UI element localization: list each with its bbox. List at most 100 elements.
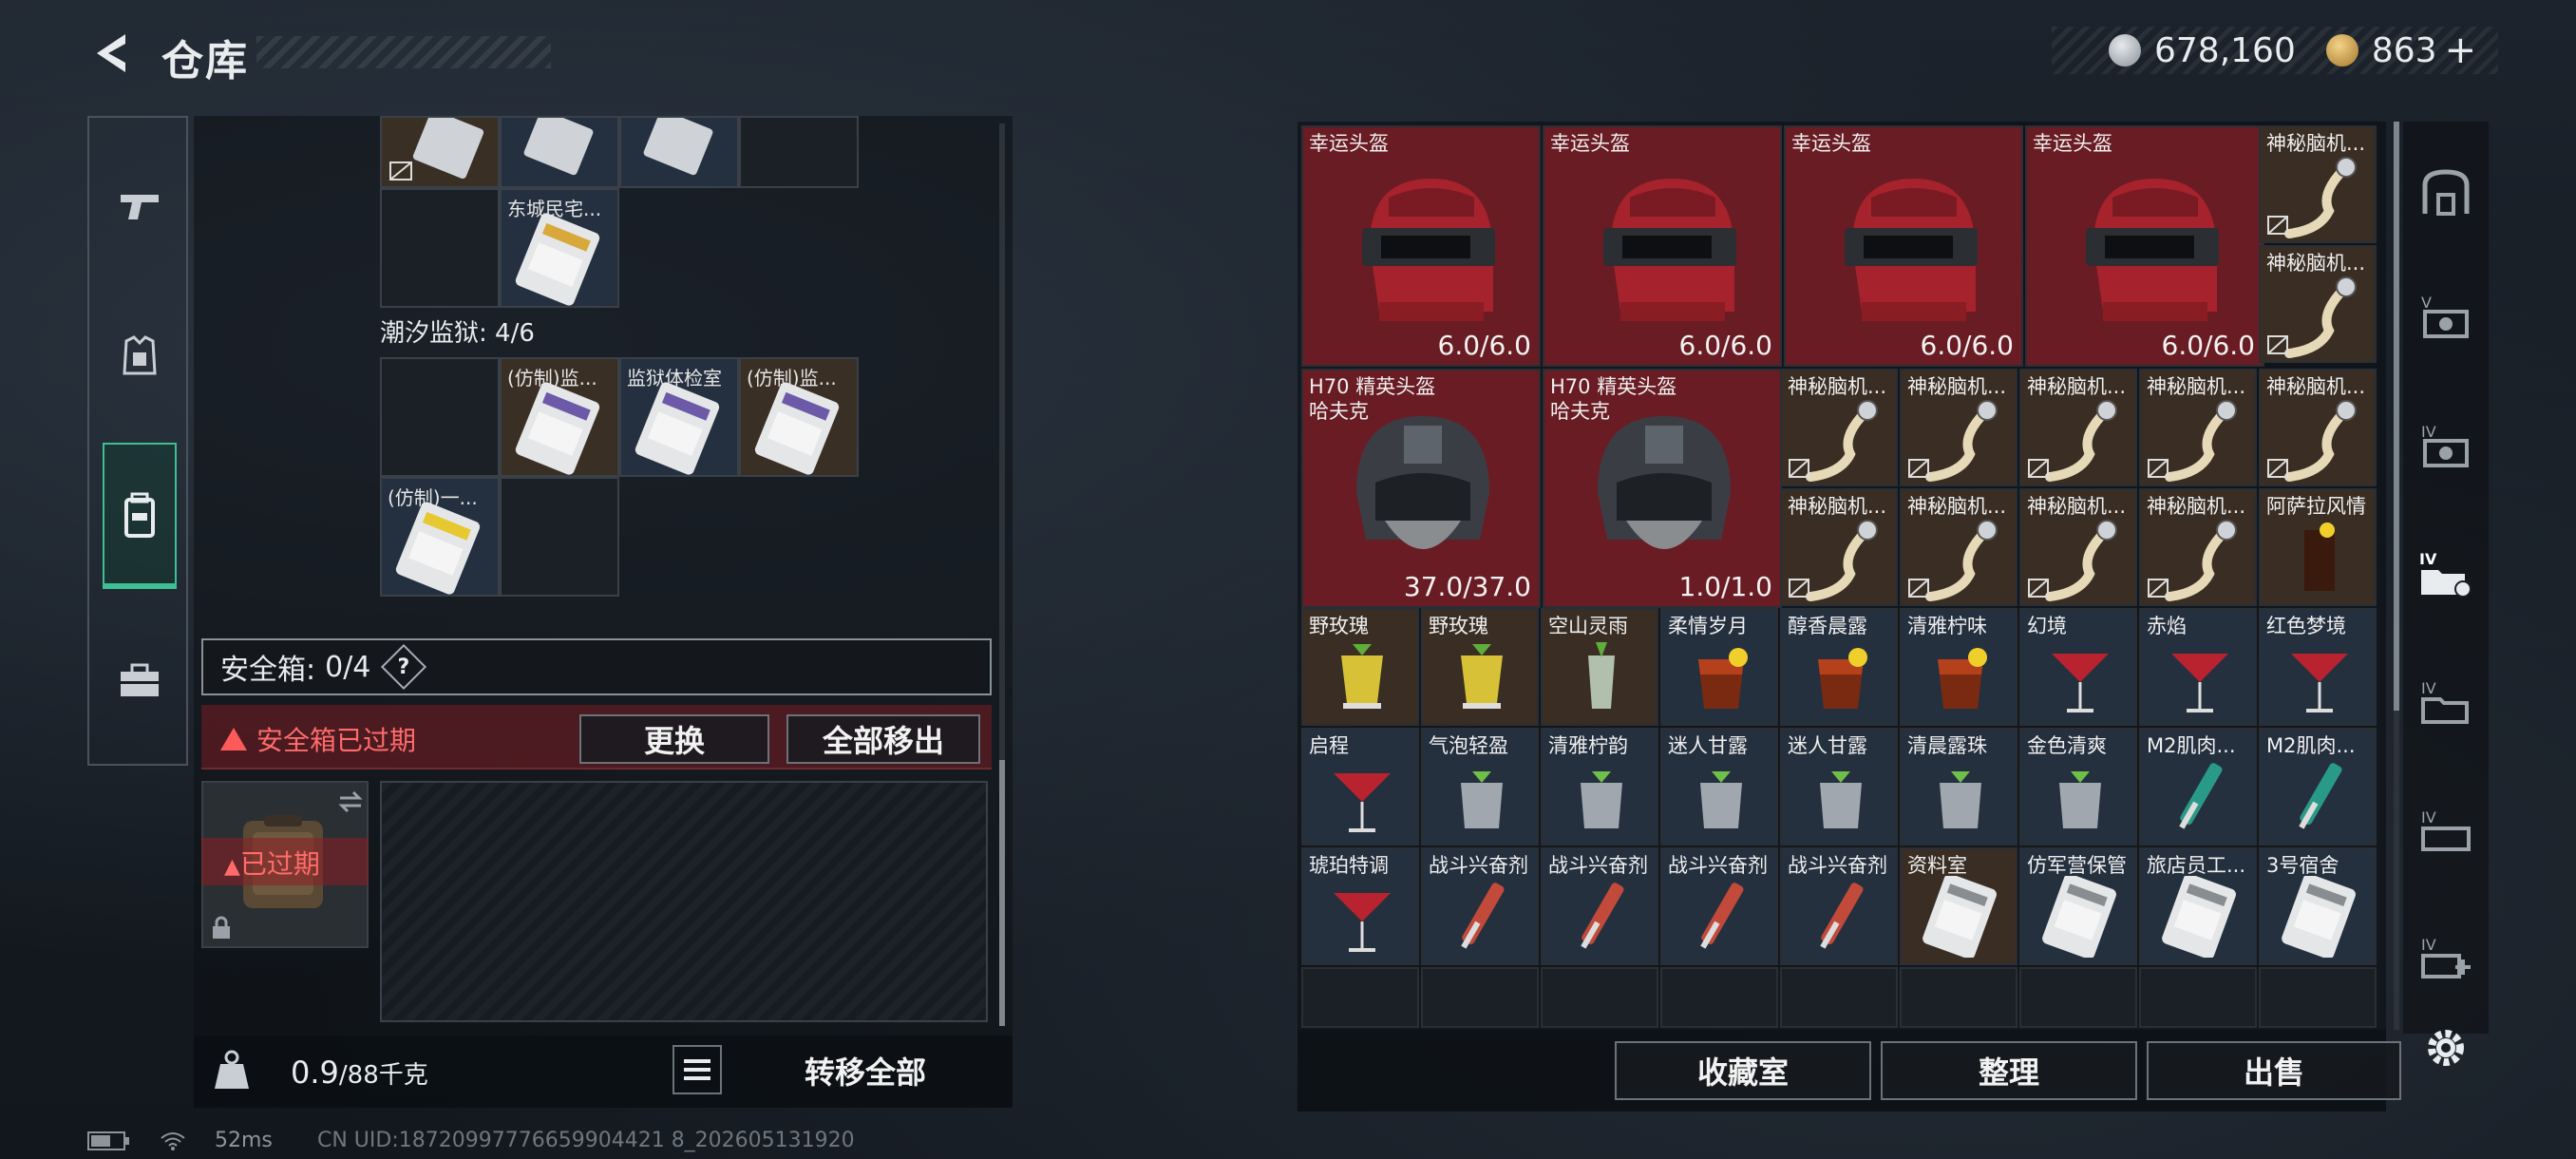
empty-slot[interactable] bbox=[2019, 967, 2137, 1028]
empty-slot[interactable] bbox=[1660, 967, 1778, 1028]
inventory-cell[interactable]: 监狱体检室 bbox=[619, 357, 739, 477]
item-lucky-helmet[interactable]: 幸运头盔 6.0/6.0 bbox=[1784, 125, 2023, 367]
item-brain-device[interactable]: 神秘脑机... bbox=[1780, 369, 1898, 486]
item-consumable[interactable]: 清雅柠韵 bbox=[1541, 728, 1658, 846]
replace-button[interactable]: 更换 bbox=[579, 714, 769, 764]
item-cocktail[interactable]: 幻境 bbox=[2019, 608, 2137, 726]
empty-slot[interactable] bbox=[1421, 967, 1539, 1028]
inventory-cell[interactable]: (仿制)监... bbox=[500, 357, 619, 477]
svg-text:V: V bbox=[2421, 294, 2432, 312]
item-lucky-helmet[interactable]: 幸运头盔 6.0/6.0 bbox=[1301, 125, 1541, 367]
item-cocktail[interactable]: 野玫瑰 bbox=[1421, 608, 1539, 726]
tab-storage-4d[interactable]: IV bbox=[2415, 800, 2477, 863]
item-brain-device[interactable]: 神秘脑机... bbox=[2139, 369, 2257, 486]
item-brain-device[interactable]: 神秘脑机... bbox=[2259, 245, 2377, 363]
item-brain-device[interactable]: 神秘脑机... bbox=[1900, 369, 2017, 486]
item-consumable[interactable]: 迷人甘露 bbox=[1660, 728, 1778, 846]
item-consumable[interactable]: 仿军营保管 bbox=[2019, 847, 2137, 965]
item-consumable[interactable]: M2肌肉... bbox=[2139, 728, 2257, 846]
item-h70-helmet[interactable]: H70 精英头盔 哈夫克 1.0/1.0 bbox=[1543, 369, 1782, 608]
item-h70-helmet[interactable]: H70 精英头盔 哈夫克 37.0/37.0 bbox=[1301, 369, 1541, 608]
item-brain-device[interactable]: 神秘脑机... bbox=[1900, 488, 2017, 606]
inventory-cell-empty[interactable] bbox=[739, 116, 859, 188]
item-brain-device[interactable]: 神秘脑机... bbox=[1780, 488, 1898, 606]
help-icon[interactable]: ? bbox=[381, 643, 427, 691]
item-cocktail[interactable]: 空山灵雨 bbox=[1541, 608, 1658, 726]
empty-slot[interactable] bbox=[1900, 967, 2017, 1028]
item-consumable[interactable]: M2肌肉... bbox=[2259, 728, 2377, 846]
page-title: 仓库 bbox=[161, 37, 249, 86]
empty-slot[interactable] bbox=[2139, 967, 2257, 1028]
item-consumable[interactable]: 战斗兴奋剂 bbox=[1660, 847, 1778, 965]
left-scrollbar-thumb[interactable] bbox=[999, 760, 1005, 1026]
inventory-cell-empty[interactable] bbox=[500, 477, 619, 597]
inventory-cell[interactable]: (仿制)监... bbox=[739, 357, 859, 477]
item-consumable[interactable]: 清晨露珠 bbox=[1900, 728, 2017, 846]
item-label: 野玫瑰 bbox=[1309, 615, 1369, 637]
tab-storage-4c[interactable]: IV bbox=[2415, 671, 2477, 733]
item-consumable[interactable]: 战斗兴奋剂 bbox=[1780, 847, 1898, 965]
item-consumable[interactable]: 战斗兴奋剂 bbox=[1541, 847, 1658, 965]
item-cocktail[interactable]: 醇香晨露 bbox=[1780, 608, 1898, 726]
gun-icon bbox=[121, 195, 159, 219]
item-brain-device[interactable]: 神秘脑机... bbox=[2019, 369, 2137, 486]
tab-backpack[interactable] bbox=[103, 443, 177, 589]
item-consumable[interactable]: 资料室 bbox=[1900, 847, 2017, 965]
item-consumable[interactable]: 旅店员工... bbox=[2139, 847, 2257, 965]
item-consumable[interactable]: 迷人甘露 bbox=[1780, 728, 1898, 846]
inventory-cell[interactable] bbox=[619, 116, 739, 188]
item-consumable[interactable]: 琥珀特调 bbox=[1301, 847, 1419, 965]
inventory-cell-empty[interactable] bbox=[380, 357, 500, 477]
uid-text: CN UID:18720997776659904421 8_2026051319… bbox=[317, 1129, 855, 1152]
item-consumable[interactable]: 金色清爽 bbox=[2019, 728, 2137, 846]
item-drink[interactable]: 阿萨拉风情 bbox=[2259, 488, 2377, 606]
empty-slot[interactable] bbox=[2259, 967, 2377, 1028]
settings-button[interactable] bbox=[2415, 1016, 2477, 1079]
back-arrow-icon[interactable] bbox=[87, 27, 141, 80]
list-view-button[interactable] bbox=[672, 1045, 722, 1094]
item-cocktail[interactable]: 柔情岁月 bbox=[1660, 608, 1778, 726]
tab-equipment[interactable] bbox=[103, 321, 177, 395]
tab-toolbox[interactable] bbox=[103, 644, 177, 718]
add-currency-button[interactable]: + bbox=[2445, 28, 2477, 72]
item-consumable[interactable]: 战斗兴奋剂 bbox=[1421, 847, 1539, 965]
item-cocktail[interactable]: 清雅柠味 bbox=[1900, 608, 2017, 726]
item-lucky-helmet[interactable]: 幸运头盔 6.0/6.0 bbox=[2025, 125, 2264, 367]
item-cocktail[interactable]: 红色梦境 bbox=[2259, 608, 2377, 726]
move-all-out-button[interactable]: 全部移出 bbox=[786, 714, 980, 764]
inventory-cell[interactable] bbox=[380, 116, 500, 188]
item-cocktail[interactable]: 赤焰 bbox=[2139, 608, 2257, 726]
status-bar: 52ms bbox=[87, 1129, 273, 1152]
item-brain-device[interactable]: 神秘脑机... bbox=[2019, 488, 2137, 606]
empty-slot[interactable] bbox=[1780, 967, 1898, 1028]
tab-storage-5[interactable]: V bbox=[2415, 285, 2477, 348]
item-cocktail[interactable]: 野玫瑰 bbox=[1301, 608, 1419, 726]
transfer-all-button[interactable]: 转移全部 bbox=[737, 1041, 994, 1100]
inventory-cell[interactable]: (仿制)一... bbox=[380, 477, 500, 597]
swap-icon[interactable] bbox=[336, 788, 365, 815]
item-consumable[interactable]: 启程 bbox=[1301, 728, 1419, 846]
tab-storage-4a[interactable]: IV bbox=[2415, 414, 2477, 477]
no-trade-icon bbox=[2148, 579, 2169, 598]
tab-weapons[interactable] bbox=[103, 169, 177, 243]
inventory-cell[interactable]: 东城民宅... bbox=[500, 188, 619, 308]
inventory-cell[interactable] bbox=[500, 116, 619, 188]
item-consumable[interactable]: 气泡轻盈 bbox=[1421, 728, 1539, 846]
safe-box-grid[interactable] bbox=[380, 781, 988, 1022]
item-brain-device[interactable]: 神秘脑机... bbox=[2259, 125, 2377, 243]
empty-slot[interactable] bbox=[1301, 967, 1419, 1028]
item-label: 旅店员工... bbox=[2147, 854, 2246, 877]
item-consumable[interactable]: 3号宿舍 bbox=[2259, 847, 2377, 965]
item-lucky-helmet[interactable]: 幸运头盔 6.0/6.0 bbox=[1543, 125, 1782, 367]
tab-storage-main[interactable] bbox=[2415, 162, 2477, 224]
tab-storage-add[interactable]: IV bbox=[2415, 927, 2477, 990]
item-brain-device[interactable]: 神秘脑机... bbox=[2139, 488, 2257, 606]
inventory-cell-empty[interactable] bbox=[380, 188, 500, 308]
tab-storage-4b-active[interactable]: IV bbox=[2415, 543, 2477, 606]
right-scrollbar-thumb[interactable] bbox=[2394, 122, 2399, 711]
organize-button[interactable]: 整理 bbox=[1881, 1041, 2137, 1100]
collection-room-button[interactable]: 收藏室 bbox=[1615, 1041, 1871, 1100]
item-brain-device[interactable]: 神秘脑机... bbox=[2259, 369, 2377, 486]
sell-button[interactable]: 出售 bbox=[2147, 1041, 2401, 1100]
empty-slot[interactable] bbox=[1541, 967, 1658, 1028]
